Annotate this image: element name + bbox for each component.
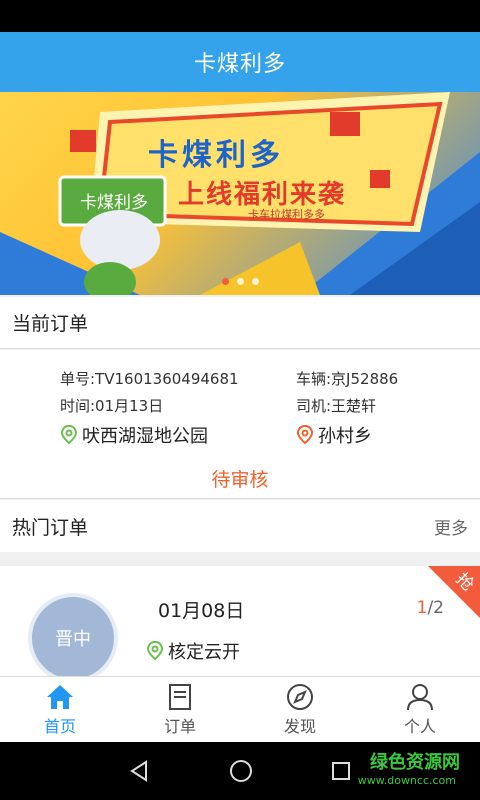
- current-order-card[interactable]: 单号:TV1601360494681 车辆:京J52886 时间:01月13日 …: [0, 350, 480, 499]
- tab-home-label: 首页: [43, 716, 76, 736]
- hot-order-current: 1: [416, 598, 428, 618]
- order-driver: 司机:王楚轩: [296, 397, 377, 415]
- destination-location: 孙村乡: [296, 422, 372, 448]
- hot-order-card[interactable]: 晋中 01月08日 1/2 核定云开 抢: [0, 566, 480, 676]
- app-header: 卡煤利多: [0, 32, 480, 92]
- home-icon: [47, 684, 73, 709]
- banner-headline-sub: 卡车拉煤利多多: [248, 208, 325, 221]
- recents-icon[interactable]: [330, 760, 352, 782]
- region-avatar-text: 晋中: [55, 629, 91, 650]
- bottom-tab-bar: 首页 订单 发现 个人: [0, 676, 480, 742]
- mascot-sign-text: 卡煤利多: [80, 193, 148, 213]
- tab-discover[interactable]: 发现: [240, 677, 360, 742]
- hot-order-date: 01月08日: [158, 600, 245, 622]
- order-vehicle: 车辆:京J52886: [296, 370, 399, 388]
- tab-orders-label: 订单: [163, 716, 196, 736]
- banner-dot[interactable]: [251, 278, 259, 285]
- status-bar: [0, 0, 480, 32]
- banner-headline-top: 卡煤利多: [148, 138, 284, 173]
- person-icon: [407, 683, 433, 710]
- watermark-url: www.downcc.com: [357, 774, 456, 787]
- home-circle-icon[interactable]: [228, 758, 254, 784]
- banner-dot[interactable]: [236, 278, 244, 285]
- compass-icon: [287, 683, 313, 710]
- order-icon: [169, 683, 191, 710]
- tab-orders[interactable]: 订单: [120, 677, 240, 742]
- destination-name: 孙村乡: [318, 426, 372, 447]
- tab-profile-label: 个人: [403, 716, 436, 736]
- tab-profile[interactable]: 个人: [360, 677, 480, 742]
- hot-order-origin: 核定云开: [146, 638, 240, 664]
- banner-dot[interactable]: [221, 278, 229, 285]
- hot-order-origin-name: 核定云开: [168, 642, 240, 663]
- more-link[interactable]: 更多: [434, 514, 468, 539]
- page-title: 卡煤利多: [193, 52, 286, 77]
- back-icon[interactable]: [128, 759, 152, 783]
- tab-home[interactable]: 首页: [0, 677, 120, 742]
- location-pin-icon: [60, 425, 78, 445]
- order-number: 单号:TV1601360494681: [60, 370, 239, 388]
- banner-pager[interactable]: [0, 278, 480, 285]
- current-orders-header: 当前订单: [0, 297, 480, 349]
- location-pin-icon: [296, 425, 314, 445]
- promo-banner[interactable]: 卡煤利多 卡煤利多 上线福利来袭 卡车拉煤利多多: [0, 92, 480, 295]
- hot-orders-title: 热门订单: [12, 516, 89, 539]
- origin-location: 吠西湖湿地公园: [60, 422, 208, 448]
- order-time: 时间:01月13日: [60, 397, 164, 415]
- origin-name: 吠西湖湿地公园: [82, 426, 208, 447]
- watermark-title: 绿色资源网: [370, 752, 460, 773]
- region-avatar: 晋中: [28, 593, 118, 676]
- hot-orders-header: 热门订单 更多: [0, 500, 480, 552]
- order-status: 待审核: [211, 469, 269, 491]
- current-orders-title: 当前订单: [12, 313, 89, 335]
- location-pin-icon: [146, 641, 164, 661]
- tab-discover-label: 发现: [283, 716, 316, 736]
